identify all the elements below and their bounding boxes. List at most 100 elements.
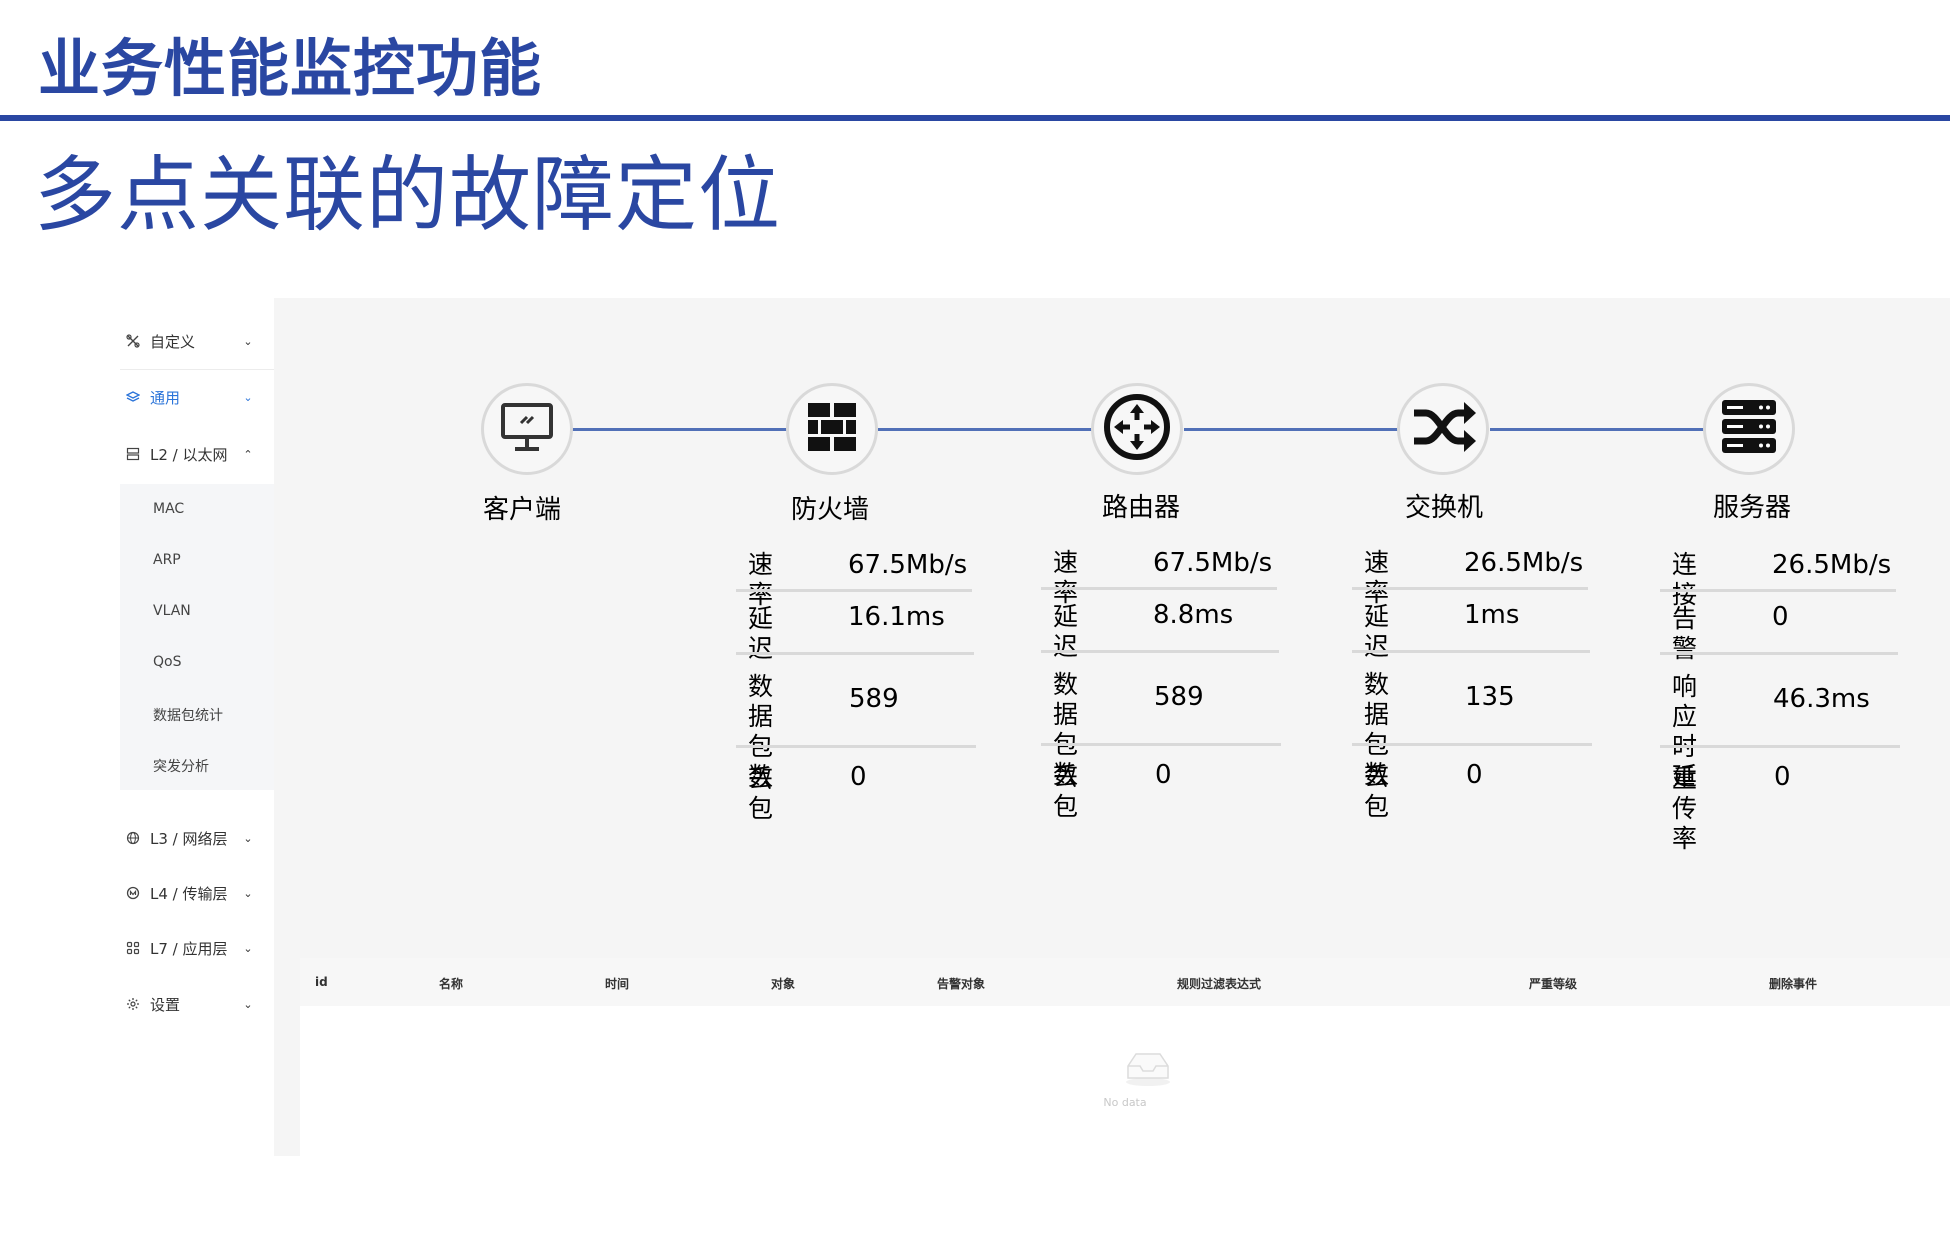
stat-value: 0 (850, 762, 867, 792)
sidebar-item-label: 设置 (150, 995, 181, 1014)
chevron-down-icon: ⌄ (243, 941, 253, 955)
layers-icon (126, 390, 140, 404)
sidebar-menu: 自定义 ⌄ 通用 ⌄ L2 / 以太网 ⌃ MAC ARP VLAN QoS 数… (120, 310, 274, 1160)
sidebar-item-l4-transport[interactable]: L4 / 传输层 ⌄ (120, 873, 274, 913)
sidebar-item-l7-application[interactable]: L7 / 应用层 ⌄ (120, 928, 274, 968)
sidebar-item-custom[interactable]: 自定义 ⌄ (120, 321, 274, 361)
monitor-icon (497, 397, 557, 461)
sidebar-item-label: L7 / 应用层 (150, 939, 228, 958)
table-header: id 名称 时间 对象 告警对象 规则过滤表达式 严重等级 删除事件 (300, 958, 1950, 1006)
submenu-item-arp[interactable]: ARP (153, 552, 181, 568)
submenu-item-qos[interactable]: QoS (153, 654, 181, 670)
stat-divider (1352, 650, 1590, 653)
stat-divider (736, 745, 976, 748)
node-label-server: 服务器 (1712, 493, 1792, 523)
slide-subtitle: 多点关联的故障定位 (34, 148, 782, 243)
firewall-icon (802, 397, 862, 461)
column-header-name[interactable]: 名称 (439, 975, 463, 992)
stat-value: 26.5Mb/s (1772, 550, 1892, 580)
stat-value: 589 (849, 684, 899, 714)
node-client[interactable] (481, 383, 573, 475)
gear-icon (126, 997, 140, 1011)
stat-value: 26.5Mb/s (1464, 548, 1584, 578)
stat-divider (736, 652, 974, 655)
stat-key: 延迟 (1053, 602, 1079, 661)
chevron-down-icon: ⌄ (243, 390, 253, 404)
stat-key: 丢包 (1364, 762, 1390, 821)
sidebar-item-l3-network[interactable]: L3 / 网络层 ⌄ (120, 818, 274, 858)
stat-divider (1041, 650, 1279, 653)
stat-divider (1660, 589, 1896, 592)
apps-icon (126, 941, 140, 955)
stat-key: 延迟 (748, 604, 774, 663)
stat-key: 速率 (748, 550, 774, 609)
l2-submenu: MAC ARP VLAN QoS 数据包统计 突发分析 (120, 484, 274, 790)
column-header-delete-event[interactable]: 删除事件 (1769, 975, 1817, 992)
stat-value: 8.8ms (1153, 600, 1234, 630)
stat-value: 0 (1772, 602, 1789, 632)
column-header-time[interactable]: 时间 (605, 975, 629, 992)
node-label-switch: 交换机 (1404, 493, 1484, 523)
stat-value: 0 (1155, 760, 1172, 790)
chevron-down-icon: ⌄ (243, 334, 253, 348)
sidebar-item-label: L3 / 网络层 (150, 829, 228, 848)
chevron-down-icon: ⌄ (243, 886, 253, 900)
stat-key: 告警 (1672, 604, 1698, 663)
event-table: id 名称 时间 对象 告警对象 规则过滤表达式 严重等级 删除事件 No da… (300, 958, 1950, 1156)
empty-inbox-icon (1124, 1048, 1172, 1092)
stat-divider (1352, 743, 1592, 746)
stat-value: 16.1ms (848, 602, 945, 632)
column-header-object[interactable]: 对象 (771, 975, 795, 992)
empty-state-text: No data (1103, 1096, 1147, 1109)
stat-divider (1660, 745, 1900, 748)
stat-key: 连接 (1672, 550, 1698, 609)
sidebar-item-label: L4 / 传输层 (150, 884, 228, 903)
node-label-client: 客户端 (482, 495, 562, 525)
sidebar-item-general[interactable]: 通用 ⌄ (120, 377, 274, 417)
stat-value: 589 (1154, 682, 1204, 712)
node-switch[interactable] (1397, 383, 1489, 475)
stat-divider (1660, 652, 1898, 655)
stat-value: 0 (1774, 762, 1791, 792)
stat-key: 延迟 (1364, 602, 1390, 661)
menu-divider (120, 369, 274, 370)
stat-divider (1352, 587, 1588, 590)
globe-icon (126, 831, 140, 845)
link-switch-server (1490, 428, 1704, 431)
stat-value: 46.3ms (1773, 684, 1870, 714)
node-router[interactable] (1091, 383, 1183, 475)
link-router-switch (1184, 428, 1400, 431)
node-label-router: 路由器 (1101, 493, 1181, 523)
stat-key: 丢包 (748, 764, 774, 823)
sidebar-item-l2-ethernet[interactable]: L2 / 以太网 ⌃ (120, 434, 274, 474)
chevron-down-icon: ⌄ (243, 831, 253, 845)
column-header-id[interactable]: id (315, 975, 328, 989)
stat-key: 丢包 (1053, 762, 1079, 821)
sidebar-item-label: 通用 (150, 388, 181, 407)
column-header-severity[interactable]: 严重等级 (1529, 975, 1577, 992)
link-firewall-router (878, 428, 1094, 431)
stat-divider (736, 589, 972, 592)
stat-value: 1ms (1464, 600, 1520, 630)
submenu-item-packet-stats[interactable]: 数据包统计 (153, 705, 223, 725)
node-label-firewall: 防火墙 (790, 495, 870, 525)
stat-value: 0 (1466, 760, 1483, 790)
stat-value: 67.5Mb/s (848, 550, 968, 580)
transport-icon (126, 886, 140, 900)
node-firewall[interactable] (786, 383, 878, 475)
sidebar-item-settings[interactable]: 设置 ⌄ (120, 984, 274, 1024)
node-server[interactable] (1703, 383, 1795, 475)
link-client-firewall (572, 428, 788, 431)
slide-title: 业务性能监控功能 (38, 32, 543, 105)
submenu-item-mac[interactable]: MAC (153, 501, 184, 517)
stat-key: 速率 (1053, 548, 1079, 607)
switch-icon (1408, 392, 1478, 466)
column-header-alarm-object[interactable]: 告警对象 (937, 975, 985, 992)
submenu-item-vlan[interactable]: VLAN (153, 603, 191, 619)
submenu-item-burst-analysis[interactable]: 突发分析 (153, 756, 209, 776)
stat-divider (1041, 743, 1281, 746)
sidebar-item-label: L2 / 以太网 (150, 445, 228, 464)
stat-value: 67.5Mb/s (1153, 548, 1273, 578)
stat-key: 重传 率 (1672, 764, 1698, 853)
column-header-filter-expression[interactable]: 规则过滤表达式 (1177, 975, 1261, 992)
